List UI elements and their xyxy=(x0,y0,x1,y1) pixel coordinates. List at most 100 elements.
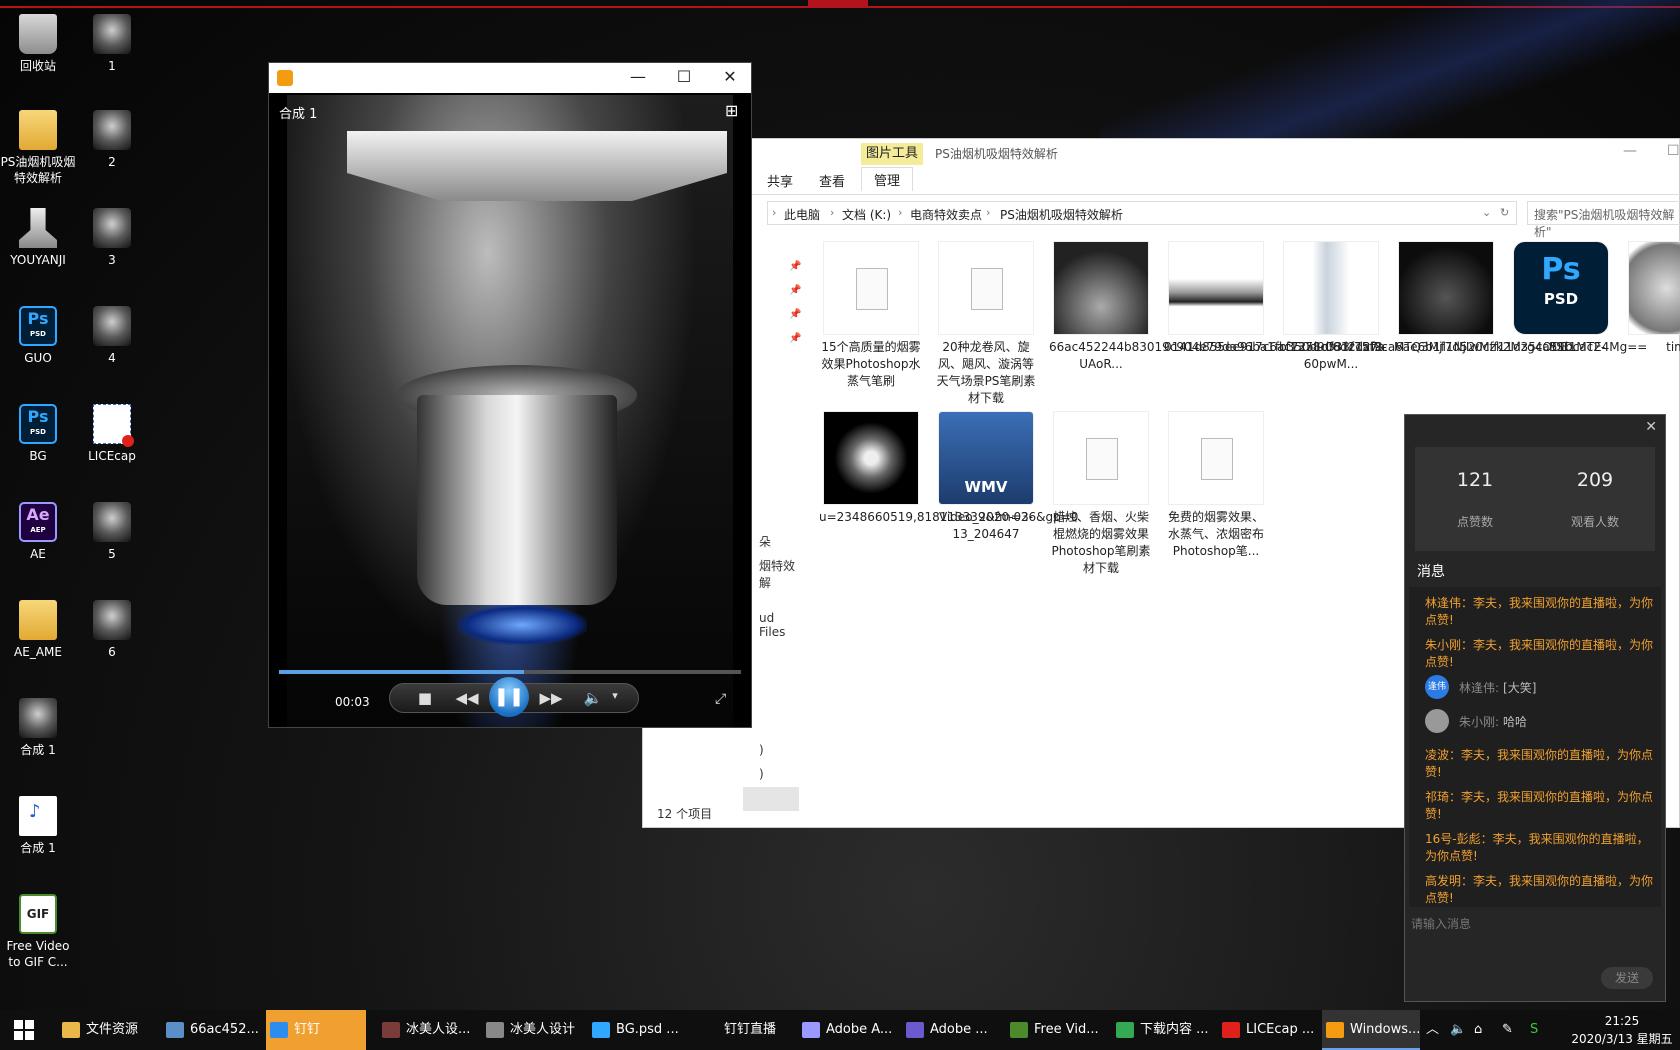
breadcrumb-this-pc[interactable]: 此电脑 xyxy=(784,206,820,223)
search-input[interactable]: 搜索"PS油烟机吸烟特效解析" xyxy=(1527,201,1680,239)
player-titlebar[interactable]: — ☐ ✕ xyxy=(269,63,751,93)
avatar[interactable] xyxy=(1425,709,1449,733)
chat-sender: 朱小刚: xyxy=(1459,715,1500,729)
desktop-icon[interactable]: Ps PSD GUO xyxy=(0,306,76,366)
video-frame[interactable] xyxy=(287,95,733,727)
range-hood-icon xyxy=(19,208,57,248)
tab-manage[interactable]: 管理 xyxy=(861,167,914,191)
desktop-icon[interactable]: PS油烟机吸烟特效解析 xyxy=(0,110,76,186)
file-thumbnail xyxy=(1398,241,1494,335)
desktop-icon[interactable]: AE_AME xyxy=(0,600,76,660)
taskbar-item[interactable]: BG.psd ... xyxy=(588,1010,688,1050)
switch-to-library-icon[interactable]: ⊞ xyxy=(725,101,738,120)
taskbar-item[interactable]: 冰美人设... xyxy=(378,1010,474,1050)
chevron-down-icon[interactable]: ⌄ xyxy=(1482,206,1491,219)
taskbar-item[interactable]: 下载内容 ... xyxy=(1112,1010,1214,1050)
nav-selected-item[interactable] xyxy=(743,787,799,811)
taskbar-item[interactable]: 钉钉 xyxy=(266,1010,366,1050)
file-thumbnail xyxy=(1628,241,1680,335)
app-icon xyxy=(1326,1021,1344,1038)
clock[interactable]: 21:25 2020/3/13 星期五 xyxy=(1566,1012,1678,1048)
nav-item[interactable]: ud Files xyxy=(759,611,799,639)
breadcrumb-folder[interactable]: 电商特效卖点 xyxy=(910,206,982,223)
desktop-icon[interactable]: 合成 1 xyxy=(0,796,76,856)
message-input[interactable]: 请输入消息 xyxy=(1411,915,1471,932)
file-item[interactable]: cf1378c333f75f9ca6ae6b1f7d520cff11d35ca5… xyxy=(1279,241,1605,373)
explorer-minimize-button[interactable]: — xyxy=(1623,143,1637,159)
chevron-up-icon[interactable]: ︿ xyxy=(1426,1010,1439,1050)
desktop-icon[interactable]: 1 xyxy=(74,14,150,74)
windows-start-icon[interactable] xyxy=(14,1020,34,1040)
minimize-button[interactable]: — xyxy=(623,67,653,86)
taskbar-item[interactable]: Free Vid... xyxy=(1006,1010,1102,1050)
nav-item[interactable]: 烟特效解 xyxy=(759,557,799,591)
desktop-icon[interactable]: GIF Free Video to GIF C... xyxy=(0,894,76,970)
volume-dropdown-icon[interactable]: ▾ xyxy=(601,689,629,702)
taskbar-item[interactable]: 66ac452... xyxy=(162,1010,262,1050)
picture-tools-tab[interactable]: 图片工具 xyxy=(861,143,923,165)
desktop-icon[interactable]: 2 xyxy=(74,110,150,170)
network-icon[interactable]: ⌂ xyxy=(1474,1010,1482,1050)
desktop-icon-label: YOUYANJI xyxy=(10,253,66,267)
pen-icon[interactable]: ✎ xyxy=(1502,1010,1513,1050)
seek-bar[interactable] xyxy=(279,670,741,674)
pin-icon: 📌 xyxy=(789,261,802,272)
desktop-icon[interactable]: 回收站 xyxy=(0,14,76,74)
taskbar-item-label: Adobe A... xyxy=(826,1022,893,1037)
file-item[interactable]: 蜡烛、香烟、火柴棍燃烧的烟雾效果Photoshop笔刷素材下载 xyxy=(1049,411,1153,577)
taskbar-item[interactable]: Windows... xyxy=(1322,1010,1420,1050)
file-item[interactable]: u=2348660519,818113339&fm=26&gp=0 xyxy=(819,411,1078,526)
stop-button[interactable]: ■ xyxy=(411,689,439,707)
taskbar-item[interactable]: 冰美人设计 xyxy=(482,1010,582,1050)
avatar[interactable]: 逢伟 xyxy=(1425,675,1449,699)
file-item[interactable]: 免费的烟雾效果、水蒸气、浓烟密布Photoshop笔... xyxy=(1164,411,1268,560)
desktop-icon-label: 4 xyxy=(108,351,116,365)
desktop-icon[interactable]: 3 xyxy=(74,208,150,268)
top-red-marker xyxy=(808,0,868,6)
close-icon[interactable]: ✕ xyxy=(1645,419,1657,435)
app-icon xyxy=(486,1021,504,1038)
file-item[interactable]: 15个高质量的烟雾效果Photoshop水蒸气笔刷 xyxy=(819,241,923,390)
file-item[interactable]: tim xyxy=(1624,241,1680,356)
explorer-maximize-button[interactable]: ☐ xyxy=(1667,143,1680,159)
refresh-icon[interactable]: ↻ xyxy=(1500,206,1509,219)
file-item[interactable]: 66ac452244b83019c904e79da96ba1fb350d906d… xyxy=(1049,241,1387,373)
desktop-icon[interactable]: 5 xyxy=(74,502,150,562)
nav-item[interactable]: ) xyxy=(759,767,764,781)
desktop-icon[interactable]: 合成 1 xyxy=(0,698,76,758)
taskbar-item[interactable]: 文件资源 xyxy=(58,1010,158,1050)
message-list[interactable]: 林逢伟：李夫，我来围观你的直播啦，为你点赞! 朱小刚：李夫，我来围观你的直播啦，为… xyxy=(1409,587,1661,907)
file-item[interactable]: 20种龙卷风、旋风、飓风、漩涡等天气场景PS笔刷素材下载 xyxy=(934,241,1038,407)
file-item[interactable]: WMV Video_2020-03-13_204647 xyxy=(934,411,1038,543)
desktop-icon[interactable]: LICEcap xyxy=(74,404,150,464)
tab-view[interactable]: 查看 xyxy=(819,171,845,190)
nav-item[interactable]: ) xyxy=(759,743,764,757)
desktop-icon[interactable]: 4 xyxy=(74,306,150,366)
desktop-icon[interactable]: Ps PSD BG xyxy=(0,404,76,464)
file-item[interactable]: MTQ3MjI1NjIwMzk2Mzg4ODE1MTE4Mg== xyxy=(1394,241,1647,356)
speaker-icon[interactable]: 🔈 xyxy=(1450,1010,1466,1050)
address-bar[interactable]: › 此电脑 › 文档 (K:) › 电商特效卖点 › PS油烟机吸烟特效解析 ⌄… xyxy=(767,201,1517,225)
maximize-button[interactable]: ☐ xyxy=(669,67,699,86)
file-item[interactable]: Ps PSD PSD xyxy=(1509,241,1613,356)
gif-converter-icon: GIF xyxy=(19,894,57,934)
close-button[interactable]: ✕ xyxy=(715,67,745,86)
taskbar-item[interactable]: Adobe A... xyxy=(798,1010,894,1050)
nav-item[interactable]: 朵 xyxy=(759,533,771,550)
file-item[interactable]: 0141d855ee917c6ac7251df81c1a7a xyxy=(1164,241,1385,356)
fast-forward-button[interactable]: ▶▶ xyxy=(537,689,565,707)
desktop-icon[interactable]: 6 xyxy=(74,600,150,660)
sogou-icon[interactable]: S xyxy=(1530,1010,1538,1050)
taskbar-item[interactable]: Adobe ... xyxy=(902,1010,998,1050)
tab-share[interactable]: 共享 xyxy=(767,171,793,190)
taskbar-item[interactable]: 钉钉直播 xyxy=(696,1010,788,1050)
breadcrumb-drive[interactable]: 文档 (K:) xyxy=(842,206,891,223)
fullscreen-icon[interactable]: ⤢ xyxy=(715,691,726,707)
breadcrumb-current[interactable]: PS油烟机吸烟特效解析 xyxy=(1000,206,1123,223)
send-button[interactable]: 发送 xyxy=(1601,967,1653,989)
pause-button[interactable]: ❚❚ xyxy=(489,677,529,717)
desktop-icon[interactable]: YOUYANJI xyxy=(0,208,76,268)
rewind-button[interactable]: ◀◀ xyxy=(453,689,481,707)
desktop-icon[interactable]: Ae AEP AE xyxy=(0,502,76,562)
taskbar-item[interactable]: LICEcap ... xyxy=(1218,1010,1318,1050)
